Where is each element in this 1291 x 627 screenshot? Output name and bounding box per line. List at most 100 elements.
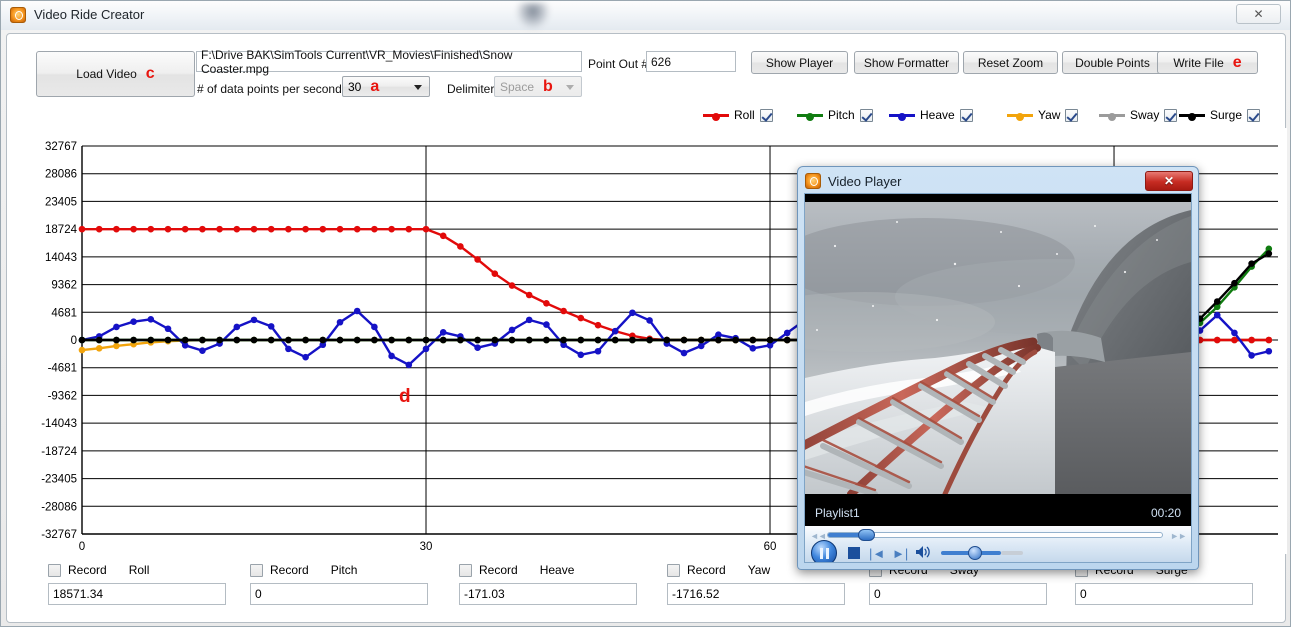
data-points-per-second-select[interactable]: 30 a — [342, 76, 430, 97]
y-tick-label: 4681 — [51, 307, 77, 319]
legend-item-surge[interactable]: Surge — [1179, 104, 1260, 126]
y-tick-label: -4681 — [48, 363, 77, 375]
series-point-roll — [578, 315, 585, 322]
y-tick-label: -28086 — [41, 501, 77, 513]
write-file-button[interactable]: Write File e — [1157, 51, 1258, 74]
legend-checkbox-surge[interactable] — [1247, 109, 1260, 122]
y-tick-label: -18724 — [41, 446, 77, 458]
legend-item-roll[interactable]: Roll — [703, 104, 773, 126]
point-out-label: Point Out # — [588, 57, 648, 71]
legend-label: Surge — [1210, 108, 1242, 122]
video-player-window[interactable]: Video Player ✕ Playlist1 00:20 ◄◄ ►► — [797, 166, 1199, 570]
video-player-title: Video Player — [828, 174, 901, 189]
record-label: Record — [270, 563, 309, 577]
series-point-surge — [457, 337, 464, 344]
series-point-surge — [595, 337, 602, 344]
previous-track-icon[interactable]: |◄ — [869, 546, 885, 561]
series-point-heave — [371, 324, 378, 331]
series-point-heave — [251, 317, 258, 324]
fast-forward-icon[interactable]: ►► — [1170, 531, 1186, 541]
record-value-input-surge[interactable]: 0 — [1075, 583, 1253, 605]
volume-handle[interactable] — [968, 546, 982, 560]
series-point-roll — [543, 300, 550, 307]
series-point-heave — [302, 354, 309, 361]
legend-item-heave[interactable]: Heave — [889, 104, 973, 126]
series-point-surge — [1266, 250, 1273, 257]
series-point-heave — [698, 343, 705, 350]
series-point-roll — [320, 226, 327, 233]
series-point-roll — [474, 256, 481, 263]
legend-checkbox-pitch[interactable] — [860, 109, 873, 122]
series-point-roll — [354, 226, 361, 233]
legend-label: Heave — [920, 108, 955, 122]
play-pause-button[interactable] — [811, 540, 837, 563]
record-label: Record — [687, 563, 726, 577]
series-point-roll — [182, 226, 189, 233]
video-player-body: Playlist1 00:20 ◄◄ ►► |◄ ►| — [804, 193, 1192, 563]
legend-item-yaw[interactable]: Yaw — [1007, 104, 1078, 126]
video-frame[interactable] — [805, 202, 1191, 494]
series-point-roll — [406, 226, 413, 233]
series-point-surge — [96, 337, 103, 344]
y-tick-label: 0 — [71, 335, 77, 347]
record-value-input-pitch[interactable]: 0 — [250, 583, 428, 605]
record-checkbox-pitch[interactable] — [250, 564, 263, 577]
series-point-heave — [646, 317, 653, 324]
legend-checkbox-yaw[interactable] — [1065, 109, 1078, 122]
series-point-roll — [302, 226, 309, 233]
seek-handle[interactable] — [858, 529, 875, 541]
toolbar: Load Video c F:\Drive BAK\SimTools Curre… — [7, 34, 1285, 102]
volume-icon[interactable] — [915, 545, 931, 562]
double-points-button[interactable]: Double Points — [1062, 51, 1163, 74]
chart-legend: Roll Pitch Heave Yaw Sway Surge — [7, 104, 1285, 128]
reset-zoom-button[interactable]: Reset Zoom — [963, 51, 1058, 74]
legend-checkbox-sway[interactable] — [1164, 109, 1177, 122]
series-point-heave — [234, 324, 241, 331]
series-point-surge — [1214, 298, 1221, 305]
video-player-close-icon[interactable]: ✕ — [1145, 171, 1193, 191]
legend-item-sway[interactable]: Sway — [1099, 104, 1177, 126]
show-player-button[interactable]: Show Player — [751, 51, 848, 74]
video-path-input[interactable]: F:\Drive BAK\SimTools Current\VR_Movies\… — [196, 51, 582, 72]
close-icon[interactable]: ✕ — [1236, 4, 1281, 24]
point-out-input[interactable]: 626 — [646, 51, 736, 72]
record-checkbox-yaw[interactable] — [667, 564, 680, 577]
series-point-yaw — [79, 347, 86, 354]
record-value-input-yaw[interactable]: -1716.52 — [667, 583, 845, 605]
record-value-input-sway[interactable]: 0 — [869, 583, 1047, 605]
annotation-e: e — [1233, 55, 1242, 71]
record-checkbox-heave[interactable] — [459, 564, 472, 577]
legend-checkbox-heave[interactable] — [960, 109, 973, 122]
record-value-input-heave[interactable]: -171.03 — [459, 583, 637, 605]
record-checkbox-roll[interactable] — [48, 564, 61, 577]
series-point-roll — [234, 226, 241, 233]
series-point-surge — [698, 337, 705, 344]
series-point-surge — [388, 337, 395, 344]
delimiter-select[interactable]: Space b — [494, 76, 582, 97]
axis-name-label: Yaw — [748, 563, 770, 577]
series-point-heave — [784, 330, 791, 337]
series-point-heave — [440, 329, 447, 336]
series-point-surge — [750, 337, 757, 344]
series-point-surge — [302, 337, 309, 344]
next-track-icon[interactable]: ►| — [892, 546, 908, 561]
series-point-roll — [268, 226, 275, 233]
series-point-surge — [423, 337, 430, 344]
series-point-surge — [767, 337, 774, 344]
seek-slider[interactable] — [827, 532, 1163, 538]
series-point-heave — [1214, 312, 1221, 319]
series-point-roll — [1248, 337, 1255, 344]
legend-checkbox-roll[interactable] — [760, 109, 773, 122]
legend-marker — [712, 113, 720, 121]
blurred-face-overlay — [516, 3, 550, 29]
delimiter-value: Space — [500, 80, 534, 94]
stop-button[interactable] — [848, 547, 860, 559]
load-video-button[interactable]: Load Video c — [36, 51, 195, 97]
series-point-yaw — [113, 343, 120, 350]
legend-item-pitch[interactable]: Pitch — [797, 104, 873, 126]
record-value-input-roll[interactable]: 18571.34 — [48, 583, 226, 605]
series-point-heave — [130, 318, 137, 325]
volume-slider-track[interactable] — [1001, 551, 1023, 555]
series-point-surge — [165, 337, 172, 344]
show-formatter-button[interactable]: Show Formatter — [854, 51, 959, 74]
